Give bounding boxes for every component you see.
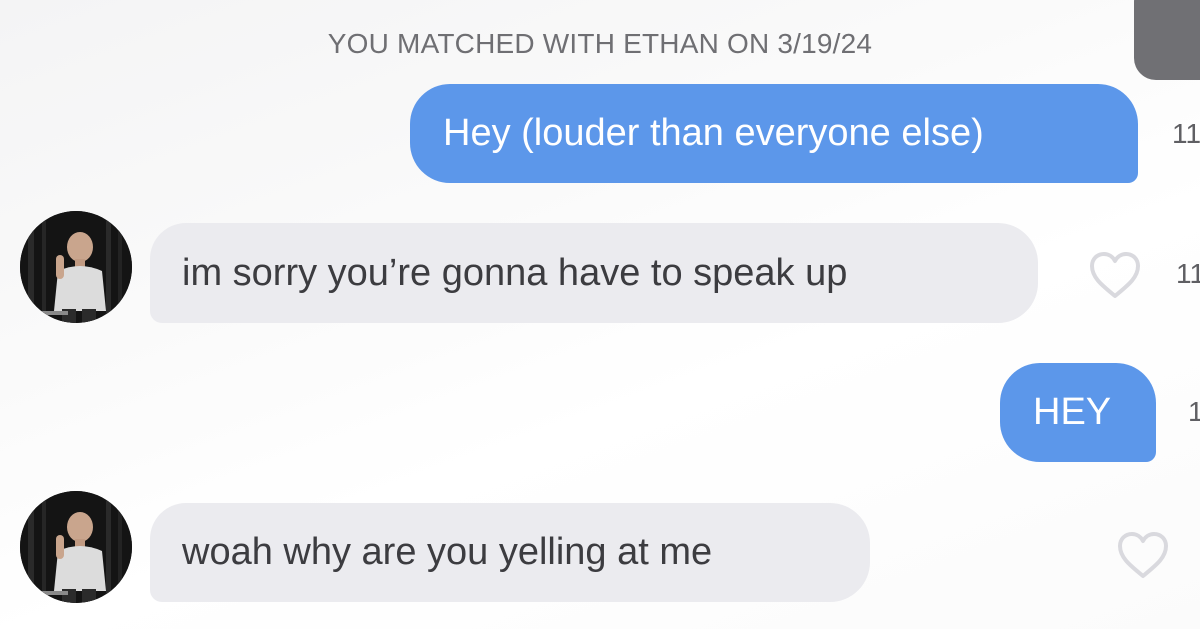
received-message-bubble[interactable]: im sorry you’re gonna have to speak up (150, 223, 1038, 323)
match-date-banner: YOU MATCHED WITH ETHAN ON 3/19/24 (327, 28, 873, 59)
profile-photo (20, 211, 132, 323)
message-text: im sorry you’re gonna have to speak up (182, 251, 848, 294)
message-timestamp: 11 (1176, 258, 1200, 289)
sent-message-bubble[interactable]: HEY (1000, 363, 1156, 462)
sent-message-bubble[interactable]: Hey (louder than everyone else) (410, 84, 1138, 183)
profile-photo (20, 491, 132, 603)
message-text: Hey (louder than everyone else) (443, 112, 984, 154)
avatar[interactable] (20, 491, 132, 603)
message-timestamp: 1 (1188, 396, 1200, 427)
message-text: woah why are you yelling at me (182, 531, 713, 573)
top-right-panel-corner (1134, 0, 1200, 80)
heart-outline-icon[interactable] (1087, 250, 1143, 300)
heart-outline-icon[interactable] (1115, 530, 1171, 580)
message-text: HEY (1033, 391, 1112, 433)
avatar[interactable] (20, 211, 132, 323)
received-message-bubble[interactable]: woah why are you yelling at me (150, 503, 870, 602)
message-timestamp: 11 (1172, 118, 1200, 149)
